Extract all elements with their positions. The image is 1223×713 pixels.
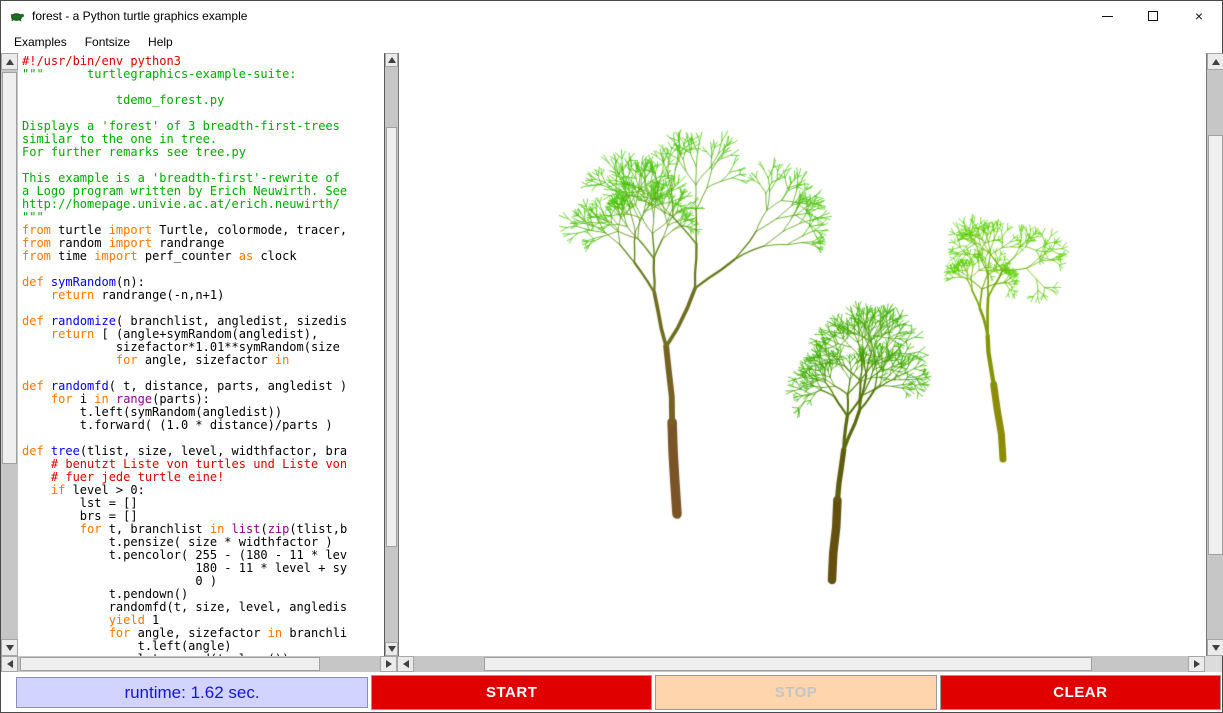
arrow-left-icon [403, 660, 409, 668]
scrollbar-track[interactable] [1, 70, 18, 639]
maximize-icon [1148, 11, 1158, 21]
scrollbar-corner [1205, 656, 1222, 672]
canvas-vertical-scrollbar[interactable] [1207, 53, 1223, 656]
turtle-canvas [399, 53, 1206, 656]
code-horizontal-scrollbar[interactable] [1, 656, 397, 672]
scrollbar-thumb[interactable] [484, 657, 1092, 671]
menubar: Examples Fontsize Help [1, 31, 1222, 53]
stop-button[interactable]: STOP [655, 675, 936, 710]
close-icon: × [1195, 9, 1203, 23]
scrollbar-thumb[interactable] [2, 72, 17, 464]
canvas-area [398, 53, 1207, 656]
menu-item-help[interactable]: Help [139, 32, 182, 52]
scrollbar-thumb[interactable] [386, 127, 397, 547]
start-button[interactable]: START [371, 675, 652, 710]
arrow-right-icon [386, 660, 392, 668]
scroll-down-button[interactable] [1207, 639, 1223, 656]
arrow-down-icon [388, 646, 396, 652]
arrow-down-icon [1212, 645, 1220, 651]
window-title: forest - a Python turtle graphics exampl… [32, 9, 247, 23]
titlebar: forest - a Python turtle graphics exampl… [1, 1, 1222, 31]
arrow-up-icon [388, 57, 396, 63]
arrow-up-icon [1212, 59, 1220, 65]
menu-item-fontsize[interactable]: Fontsize [76, 32, 139, 52]
middle-vertical-scrollbar[interactable] [385, 53, 398, 656]
scroll-up-button[interactable] [1207, 53, 1223, 70]
maximize-button[interactable] [1130, 1, 1176, 31]
clear-button[interactable]: CLEAR [940, 675, 1221, 710]
canvas-horizontal-scrollbar[interactable] [397, 656, 1205, 672]
scroll-up-button[interactable] [385, 53, 398, 67]
code-text[interactable]: #!/usr/bin/env python3""" turtlegraphics… [18, 53, 385, 656]
app-window: forest - a Python turtle graphics exampl… [0, 0, 1223, 713]
scroll-right-button[interactable] [380, 656, 397, 672]
minimize-icon [1102, 16, 1113, 17]
scrollbar-thumb[interactable] [20, 657, 320, 671]
scroll-up-button[interactable] [1, 53, 18, 70]
minimize-button[interactable] [1084, 1, 1130, 31]
bottom-bar: runtime: 1.62 sec. START STOP CLEAR [1, 672, 1222, 712]
scroll-right-button[interactable] [1188, 656, 1205, 672]
menu-item-examples[interactable]: Examples [5, 32, 76, 52]
scrollbar-thumb[interactable] [1208, 135, 1223, 555]
arrow-up-icon [6, 59, 14, 65]
scrollbar-track[interactable] [1207, 70, 1223, 639]
close-button[interactable]: × [1176, 1, 1222, 31]
arrow-left-icon [7, 660, 13, 668]
scroll-left-button[interactable] [397, 656, 414, 672]
code-vertical-scrollbar[interactable] [1, 53, 18, 656]
arrow-right-icon [1194, 660, 1200, 668]
scrollbar-track[interactable] [414, 656, 1188, 672]
scroll-left-button[interactable] [1, 656, 18, 672]
scrollbar-track[interactable] [18, 656, 380, 672]
window-controls: × [1084, 1, 1222, 31]
horizontal-scroll-row [1, 656, 1222, 672]
scrollbar-track[interactable] [385, 67, 398, 642]
runtime-label: runtime: 1.62 sec. [16, 677, 368, 708]
scroll-down-button[interactable] [1, 639, 18, 656]
main-area: #!/usr/bin/env python3""" turtlegraphics… [1, 53, 1222, 656]
turtle-icon [9, 8, 25, 24]
scroll-down-button[interactable] [385, 642, 398, 656]
arrow-down-icon [6, 645, 14, 651]
